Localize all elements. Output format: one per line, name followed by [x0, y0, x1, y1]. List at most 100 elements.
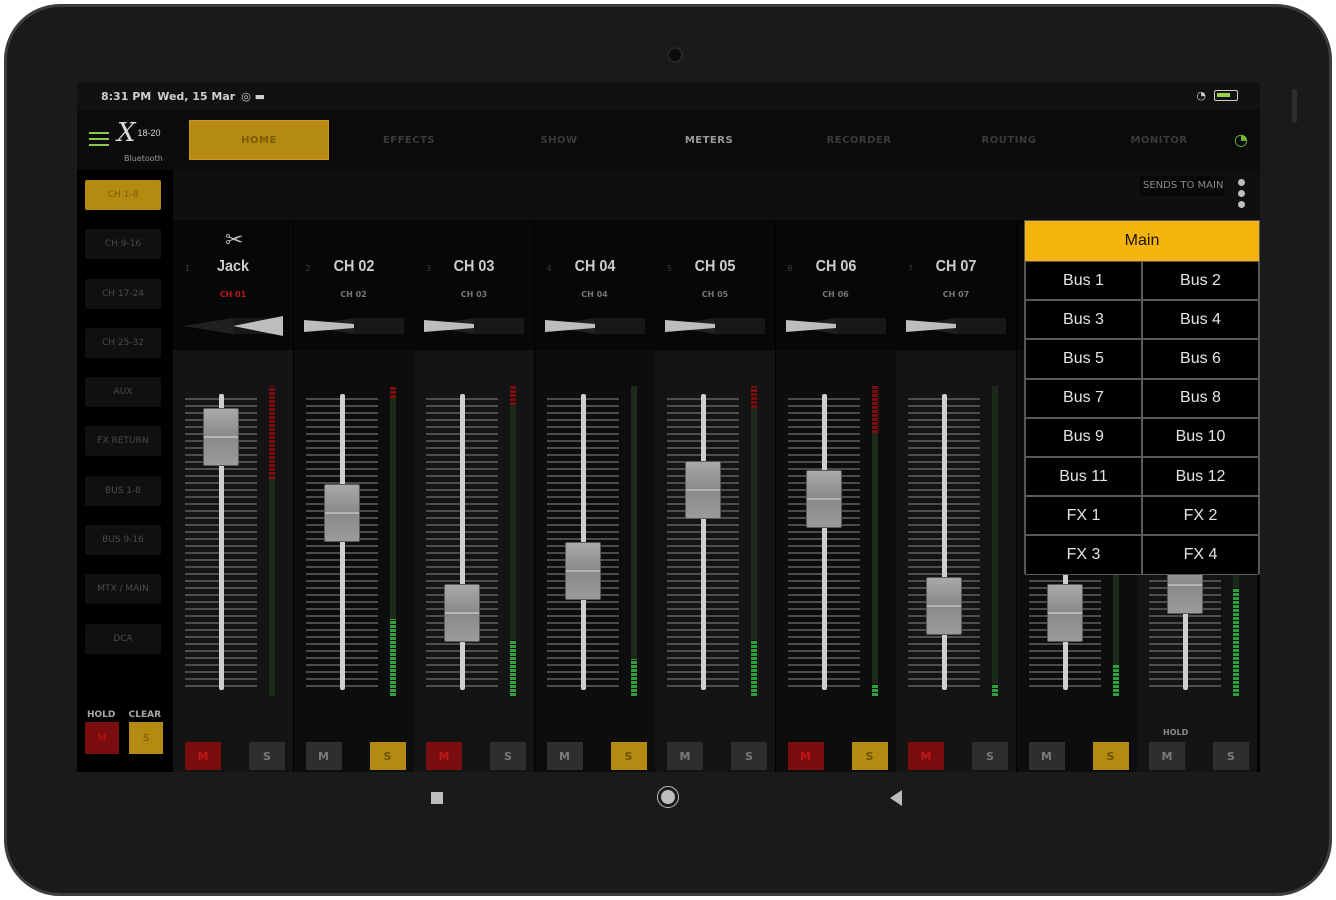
bank-button[interactable]: BUS 9-16: [85, 525, 161, 556]
app-logo: X 18-20: [117, 118, 161, 148]
recents-icon[interactable]: [431, 792, 443, 804]
hold-mute-button[interactable]: M: [85, 722, 119, 754]
bank-button[interactable]: CH 17-24: [85, 278, 161, 309]
dropdown-option[interactable]: FX 1: [1025, 496, 1142, 536]
level-meter: [389, 386, 396, 696]
dropdown-option[interactable]: Bus 7: [1025, 378, 1142, 418]
bank-button[interactable]: MTX / MAIN: [85, 574, 161, 605]
tab-bar: HOME EFFECTS SHOW METERS RECORDER ROUTING MONI…: [189, 120, 1239, 160]
fader-knob[interactable]: [805, 470, 842, 529]
dropdown-option[interactable]: Bus 9: [1025, 417, 1142, 457]
solo-button[interactable]: S: [972, 742, 1008, 770]
fader-area: [655, 350, 775, 700]
tab-monitor[interactable]: MONITOR: [1089, 120, 1229, 160]
more-options-icon[interactable]: [1238, 179, 1248, 212]
channel-header[interactable]: 6 CH 06 CH 06: [775, 220, 896, 350]
bank-button[interactable]: FX RETURN: [85, 426, 161, 457]
dropdown-option[interactable]: Bus 6: [1142, 339, 1259, 379]
dropdown-option[interactable]: Bus 10: [1142, 417, 1259, 457]
pan-control[interactable]: [183, 316, 283, 336]
tab-meters[interactable]: METERS: [639, 120, 779, 160]
bank-button[interactable]: CH 9-16: [85, 229, 161, 260]
solo-button[interactable]: S: [1092, 742, 1129, 770]
channel-strip: 4 CH 04 CH 04 M S: [534, 220, 655, 772]
mute-button[interactable]: M: [426, 742, 462, 770]
mute-button[interactable]: M: [787, 742, 824, 770]
pan-control[interactable]: [544, 316, 645, 336]
fader-knob[interactable]: [444, 584, 480, 643]
dropdown-option[interactable]: Bus 4: [1142, 300, 1259, 340]
clear-solo-button[interactable]: S: [129, 722, 163, 754]
channel-header[interactable]: 7 CH 07 CH 07: [896, 220, 1016, 350]
pan-control[interactable]: [785, 316, 886, 336]
pan-control[interactable]: [906, 316, 1006, 336]
logo-subtitle: Bluetooth: [124, 154, 163, 163]
dropdown-option[interactable]: FX 2: [1142, 496, 1259, 536]
fader-area: [535, 350, 655, 700]
dropdown-option[interactable]: FX 4: [1142, 535, 1259, 575]
dropdown-option[interactable]: Bus 12: [1142, 456, 1259, 497]
dropdown-option[interactable]: Bus 3: [1025, 300, 1142, 340]
fader-knob[interactable]: [564, 541, 601, 600]
tab-show[interactable]: SHOW: [489, 120, 629, 160]
home-icon[interactable]: [657, 786, 679, 808]
tab-routing[interactable]: ROUTING: [939, 120, 1079, 160]
wifi-icon: ◔: [1196, 89, 1206, 102]
fader-knob[interactable]: [926, 577, 962, 636]
tab-home[interactable]: HOME: [189, 120, 329, 160]
mute-button[interactable]: M: [667, 742, 703, 770]
pan-control[interactable]: [665, 316, 765, 336]
dropdown-option[interactable]: FX 3: [1025, 535, 1142, 575]
solo-button[interactable]: S: [610, 742, 647, 770]
solo-button[interactable]: S: [369, 742, 406, 770]
fader-knob[interactable]: [323, 484, 360, 543]
dropdown-option[interactable]: Bus 11: [1025, 456, 1142, 497]
level-meter: [992, 386, 998, 696]
mute-button[interactable]: M: [185, 742, 221, 770]
mute-button[interactable]: M: [546, 742, 583, 770]
hamburger-menu-icon[interactable]: [89, 132, 109, 146]
back-icon[interactable]: [890, 790, 902, 806]
sends-to-selector[interactable]: SENDS TO MAIN: [1140, 176, 1224, 196]
solo-button[interactable]: S: [731, 742, 767, 770]
dropdown-option[interactable]: Bus 5: [1025, 339, 1142, 379]
dropdown-option[interactable]: Bus 2: [1142, 261, 1259, 301]
channel-source: CH 04: [581, 290, 608, 299]
pan-control[interactable]: [424, 316, 524, 336]
meter-peak: [751, 386, 757, 408]
top-nav: X 18-20 Bluetooth HOME EFFECTS SHOW METERS RE…: [77, 110, 1260, 170]
channel-name: CH 04: [574, 258, 615, 275]
hold-label: HOLD: [1163, 728, 1189, 737]
pan-control[interactable]: [303, 316, 404, 336]
mute-solo-group: MS: [787, 742, 888, 772]
solo-button[interactable]: S: [490, 742, 526, 770]
fader-knob[interactable]: [685, 460, 721, 519]
mute-button[interactable]: M: [1149, 742, 1185, 770]
hold-clear-panel: HOLD CLEAR M S: [85, 710, 163, 754]
fader-knob[interactable]: [1046, 584, 1083, 643]
bank-button[interactable]: CH 1-8: [85, 180, 161, 210]
bank-button[interactable]: AUX: [85, 377, 161, 408]
channel-header[interactable]: 2 CH 02 CH 02: [293, 220, 414, 350]
solo-button[interactable]: S: [1213, 742, 1249, 770]
channel-header[interactable]: 3 CH 03 CH 03: [414, 220, 534, 350]
channel-header[interactable]: 5 CH 05 CH 05: [655, 220, 775, 350]
mute-button[interactable]: M: [908, 742, 944, 770]
fader-area: [414, 350, 534, 700]
solo-button[interactable]: S: [851, 742, 888, 770]
tab-recorder[interactable]: RECORDER: [789, 120, 929, 160]
solo-button[interactable]: S: [249, 742, 285, 770]
bank-button[interactable]: CH 25-32: [85, 327, 161, 358]
dropdown-option[interactable]: Bus 8: [1142, 378, 1259, 418]
mute-button[interactable]: M: [1028, 742, 1065, 770]
dropdown-option[interactable]: Bus 1: [1025, 261, 1142, 301]
bank-button[interactable]: DCA: [85, 623, 161, 654]
mute-button[interactable]: M: [305, 742, 342, 770]
dropdown-main-option[interactable]: Main: [1025, 221, 1259, 261]
fader-knob[interactable]: [203, 408, 239, 467]
channel-header[interactable]: 4 CH 04 CH 04: [534, 220, 655, 350]
bank-button[interactable]: BUS 1-8: [85, 475, 161, 506]
tab-effects[interactable]: EFFECTS: [339, 120, 479, 160]
status-time: 8:31 PM: [101, 90, 152, 103]
channel-header[interactable]: ✂ 1 Jack CH 01: [173, 220, 293, 350]
